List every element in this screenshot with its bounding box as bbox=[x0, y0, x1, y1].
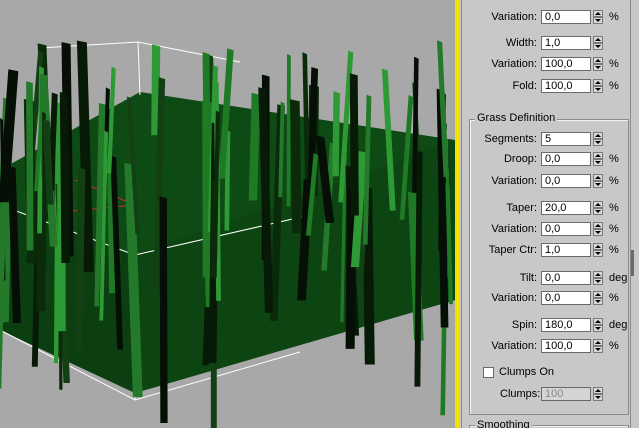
param-spinner[interactable] bbox=[593, 318, 603, 332]
param-unit: % bbox=[609, 175, 619, 187]
param-field[interactable]: 0,0 bbox=[541, 10, 591, 24]
param-spinner[interactable] bbox=[593, 132, 603, 146]
grass-blade bbox=[332, 91, 340, 177]
param-unit: % bbox=[609, 153, 619, 165]
param-label: Variation: bbox=[491, 340, 537, 352]
param-unit: % bbox=[609, 11, 619, 23]
param-label: Variation: bbox=[491, 223, 537, 235]
grass-scene[interactable] bbox=[0, 0, 455, 428]
clumps-spinner[interactable] bbox=[593, 387, 603, 401]
param-spinner[interactable] bbox=[593, 243, 603, 257]
grass-blade bbox=[59, 92, 70, 263]
param-field[interactable]: 0,0 bbox=[541, 222, 591, 236]
param-label: Segments: bbox=[484, 133, 537, 145]
param-spinner[interactable] bbox=[593, 339, 603, 353]
param-label: Width: bbox=[505, 37, 537, 49]
param-field[interactable]: 0,0 bbox=[541, 174, 591, 188]
param-label: Variation: bbox=[491, 11, 537, 23]
param-label: Tilt: bbox=[519, 272, 537, 284]
smoothing-title[interactable]: Smoothing bbox=[475, 419, 532, 428]
clumps-label: Clumps: bbox=[500, 388, 541, 400]
param-field[interactable]: 1,0 bbox=[541, 243, 591, 257]
param-unit: % bbox=[609, 80, 619, 92]
param-label: Variation: bbox=[491, 58, 537, 70]
param-field[interactable]: 100,0 bbox=[541, 57, 591, 71]
selection-box-line bbox=[137, 41, 141, 96]
param-label: Droop: bbox=[503, 153, 537, 165]
param-field[interactable]: 5 bbox=[541, 132, 591, 146]
grass-blade bbox=[26, 81, 34, 251]
param-field[interactable]: 180,0 bbox=[541, 318, 591, 332]
param-unit: % bbox=[609, 340, 619, 352]
param-label: Spin: bbox=[511, 319, 537, 331]
param-field[interactable]: 20,0 bbox=[541, 201, 591, 215]
param-label: Variation: bbox=[491, 175, 537, 187]
param-unit: % bbox=[609, 202, 619, 214]
param-field[interactable]: 1,0 bbox=[541, 36, 591, 50]
modifier-panel: Variation: 0,0% Width: 1,0 Variation: 100,0% F… bbox=[459, 0, 639, 428]
param-field[interactable]: 100,0 bbox=[541, 79, 591, 93]
param-spinner[interactable] bbox=[593, 79, 603, 93]
param-unit: % bbox=[609, 292, 619, 304]
param-spinner[interactable] bbox=[593, 10, 603, 24]
clumps-field[interactable]: 100 bbox=[541, 387, 591, 401]
param-unit: % bbox=[609, 244, 619, 256]
param-spinner[interactable] bbox=[593, 291, 603, 305]
grass-blade bbox=[286, 53, 291, 207]
param-unit: deg bbox=[609, 319, 628, 331]
param-spinner[interactable] bbox=[593, 174, 603, 188]
param-spinner[interactable] bbox=[593, 36, 603, 50]
param-unit: deg bbox=[609, 272, 628, 284]
param-label: Fold: bbox=[512, 80, 537, 92]
param-label: Taper: bbox=[506, 202, 537, 214]
param-unit: % bbox=[609, 223, 619, 235]
grass-blade bbox=[290, 99, 302, 234]
param-spinner[interactable] bbox=[593, 222, 603, 236]
clumps-on-checkbox[interactable] bbox=[483, 367, 494, 378]
grass-blade bbox=[349, 73, 359, 216]
param-field[interactable]: 0,0 bbox=[541, 291, 591, 305]
clumps-on-label: Clumps On bbox=[499, 366, 555, 378]
3d-viewport[interactable] bbox=[0, 0, 455, 428]
param-spinner[interactable] bbox=[593, 201, 603, 215]
param-label: Variation: bbox=[491, 292, 537, 304]
param-spinner[interactable] bbox=[593, 271, 603, 285]
grass-definition-title: Grass Definition bbox=[475, 112, 558, 124]
param-label: Taper Ctr: bbox=[488, 244, 537, 256]
panel-scrollbar-track[interactable] bbox=[630, 0, 631, 428]
grass-blade bbox=[159, 196, 168, 423]
panel-scroll-grip[interactable] bbox=[631, 250, 634, 276]
param-field[interactable]: 0,0 bbox=[541, 271, 591, 285]
param-spinner[interactable] bbox=[593, 57, 603, 71]
param-field[interactable]: 100,0 bbox=[541, 339, 591, 353]
param-unit: % bbox=[609, 58, 619, 70]
param-spinner[interactable] bbox=[593, 152, 603, 166]
param-field[interactable]: 0,0 bbox=[541, 152, 591, 166]
